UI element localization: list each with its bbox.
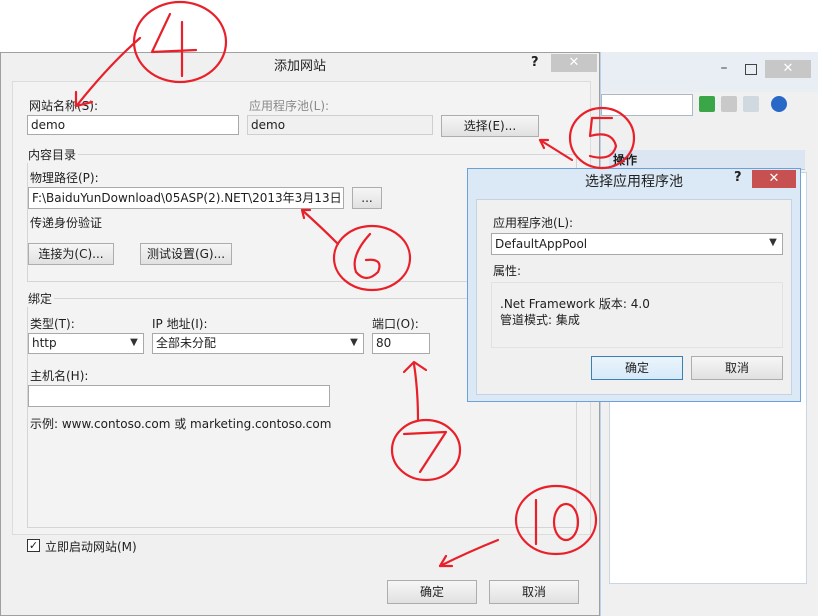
hostname-input[interactable] bbox=[28, 385, 330, 407]
site-name-input[interactable]: demo bbox=[27, 115, 239, 135]
binding-caption: 绑定 bbox=[26, 290, 55, 307]
pipeline-mode-text: 管道模式: 集成 bbox=[500, 313, 580, 327]
start-now-label[interactable]: 立即启动网站(M) bbox=[45, 538, 137, 555]
app-pool-select-value: DefaultAppPool bbox=[495, 237, 588, 251]
hostname-label: 主机名(H): bbox=[30, 369, 89, 383]
framework-version-text: .Net Framework 版本: 4.0 bbox=[500, 297, 650, 311]
sub-ok-button[interactable]: 确定 bbox=[591, 356, 683, 380]
properties-panel: .Net Framework 版本: 4.0 管道模式: 集成 bbox=[491, 282, 783, 348]
stop-icon[interactable] bbox=[721, 96, 737, 112]
ip-address-select[interactable]: 全部未分配 ▼ bbox=[152, 333, 364, 354]
connect-as-button[interactable]: 连接为(C)... bbox=[28, 243, 114, 265]
chevron-down-icon: ▼ bbox=[130, 337, 138, 348]
chevron-down-icon: ▼ bbox=[350, 337, 358, 348]
maximize-icon bbox=[745, 64, 757, 75]
browse-button[interactable]: ... bbox=[352, 187, 382, 209]
type-label: 类型(T): bbox=[30, 317, 75, 331]
close-dialog-button[interactable]: ✕ bbox=[551, 54, 597, 72]
sub-app-pool-label: 应用程序池(L): bbox=[493, 216, 574, 230]
refresh-icon[interactable] bbox=[699, 96, 715, 112]
ip-address-label: IP 地址(I): bbox=[152, 317, 208, 331]
maximize-button[interactable] bbox=[739, 62, 761, 76]
sub-close-button[interactable]: ✕ bbox=[752, 170, 796, 188]
test-settings-button[interactable]: 测试设置(G)... bbox=[140, 243, 232, 265]
help-button[interactable]: ? bbox=[531, 55, 545, 73]
physical-path-label: 物理路径(P): bbox=[30, 171, 99, 185]
ok-button[interactable]: 确定 bbox=[387, 580, 477, 604]
passthrough-auth-label: 传递身份验证 bbox=[30, 216, 103, 230]
type-select-value: http bbox=[32, 336, 57, 350]
address-bar[interactable] bbox=[601, 94, 693, 116]
close-window-button[interactable]: ✕ bbox=[765, 60, 811, 78]
sub-help-button[interactable]: ? bbox=[734, 170, 742, 185]
content-directory-caption: 内容目录 bbox=[26, 146, 79, 163]
dialog-title: 添加网站 bbox=[1, 53, 599, 81]
type-select[interactable]: http ▼ bbox=[28, 333, 144, 354]
sub-dialog-body: 应用程序池(L): DefaultAppPool ▼ 属性: .Net Fram… bbox=[476, 199, 792, 395]
sub-cancel-button[interactable]: 取消 bbox=[691, 356, 783, 380]
port-label: 端口(O): bbox=[372, 317, 419, 331]
app-pool-select[interactable]: DefaultAppPool ▼ bbox=[491, 233, 783, 255]
app-pool-field: demo bbox=[247, 115, 433, 135]
help-icon[interactable] bbox=[771, 96, 787, 112]
status-bar bbox=[609, 586, 805, 612]
home-icon[interactable] bbox=[743, 96, 759, 112]
hostname-example-text: 示例: www.contoso.com 或 marketing.contoso.… bbox=[30, 417, 332, 431]
actions-pane-header: 操作 bbox=[609, 150, 805, 170]
ip-address-value: 全部未分配 bbox=[156, 336, 217, 350]
select-app-pool-button[interactable]: 选择(E)... bbox=[441, 115, 539, 137]
chevron-down-icon: ▼ bbox=[769, 237, 777, 248]
app-pool-label: 应用程序池(L): bbox=[249, 99, 330, 113]
cancel-button[interactable]: 取消 bbox=[489, 580, 579, 604]
site-name-label: 网站名称(S): bbox=[29, 99, 99, 113]
physical-path-input[interactable]: F:\BaiduYunDownload\05ASP(2).NET\2013年3月… bbox=[28, 187, 344, 209]
minimize-button[interactable]: – bbox=[713, 61, 735, 76]
iis-manager-caption: – ✕ bbox=[601, 52, 818, 92]
select-app-pool-dialog: 选择应用程序池 ? ✕ 应用程序池(L): DefaultAppPool ▼ 属… bbox=[467, 168, 801, 402]
properties-label: 属性: bbox=[493, 264, 522, 278]
sub-dialog-title: 选择应用程序池 bbox=[585, 174, 683, 190]
start-now-checkbox[interactable]: ✓ bbox=[27, 539, 40, 552]
port-input[interactable]: 80 bbox=[372, 333, 430, 354]
